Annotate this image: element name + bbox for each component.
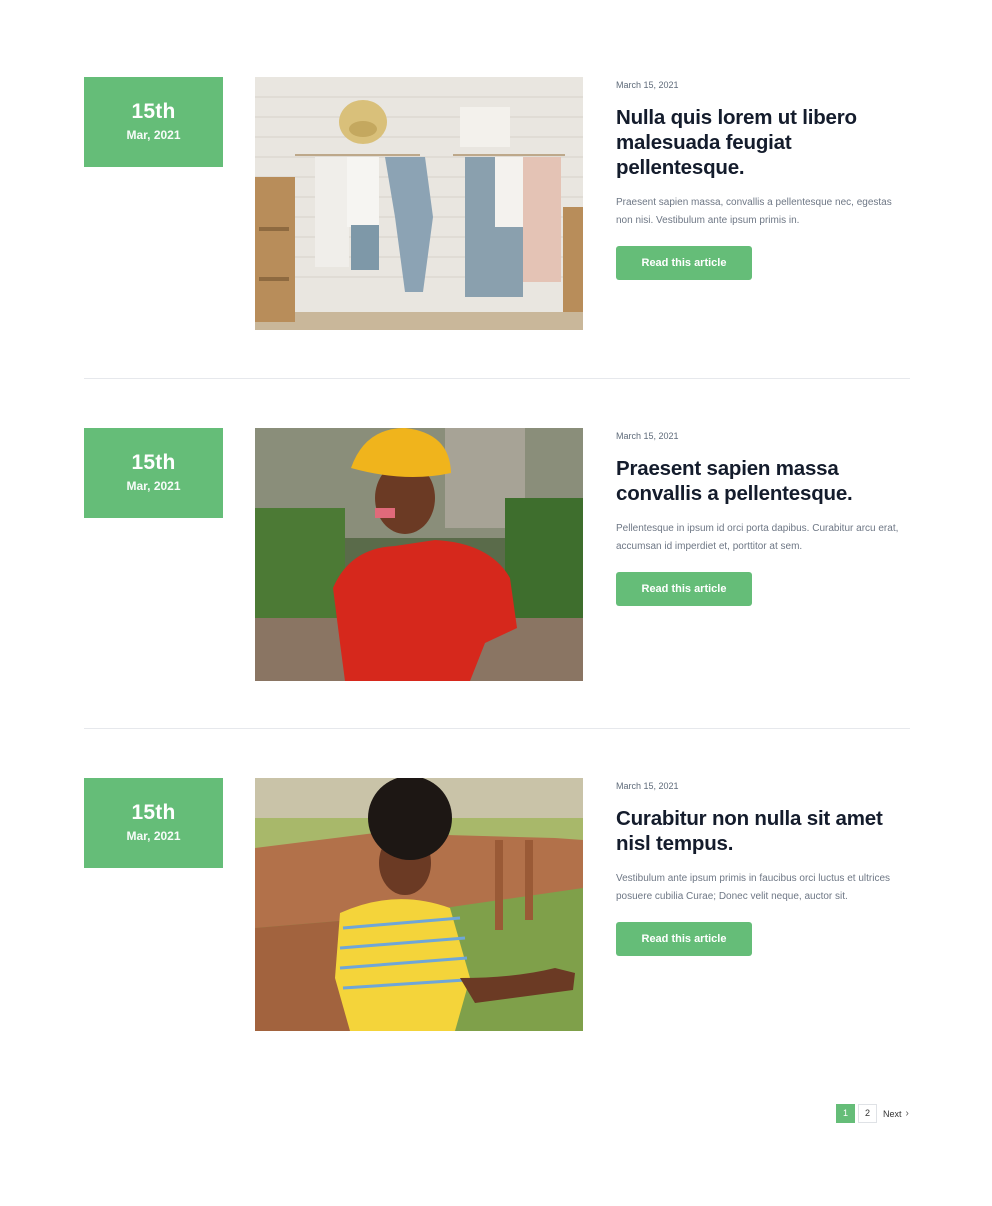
post-excerpt: Praesent sapien massa, convallis a pelle…: [616, 197, 892, 226]
blog-post: 15th Mar, 2021 March 15, 2021 Curabitur: [84, 778, 910, 1031]
divider: [84, 378, 910, 379]
date-day: 15th: [131, 801, 176, 824]
date-month: Mar, 2021: [126, 829, 181, 843]
post-meta-date: March 15, 2021: [616, 431, 679, 441]
post-title[interactable]: Nulla quis lorem ut libero malesuada feu…: [616, 105, 910, 180]
date-badge: 15th Mar, 2021: [84, 778, 223, 868]
page-2-button[interactable]: 2: [858, 1104, 877, 1123]
date-day: 15th: [131, 451, 176, 474]
divider: [84, 728, 910, 729]
next-label: Next: [883, 1108, 902, 1119]
post-meta-date: March 15, 2021: [616, 80, 679, 90]
date-month: Mar, 2021: [126, 479, 181, 493]
post-title[interactable]: Curabitur non nulla sit amet nisl tempus…: [616, 806, 910, 856]
post-title[interactable]: Praesent sapien massa convallis a pellen…: [616, 456, 910, 506]
date-month: Mar, 2021: [126, 128, 181, 142]
post-meta-date: March 15, 2021: [616, 781, 679, 791]
chevron-right-icon: ›: [905, 1108, 909, 1119]
post-excerpt: Vestibulum ante ipsum primis in faucibus…: [616, 873, 891, 902]
next-page-link[interactable]: Next ›: [883, 1108, 909, 1119]
date-badge: 15th Mar, 2021: [84, 428, 223, 518]
page-1-button[interactable]: 1: [836, 1104, 855, 1123]
date-day: 15th: [131, 100, 176, 123]
post-image-clothes-rack[interactable]: [255, 77, 583, 330]
post-content: March 15, 2021 Praesent sapien massa con…: [616, 428, 910, 606]
date-badge: 15th Mar, 2021: [84, 77, 223, 167]
read-article-button[interactable]: Read this article: [616, 246, 752, 280]
post-image-woman-striped-shirt[interactable]: [255, 778, 583, 1031]
read-article-button[interactable]: Read this article: [616, 922, 752, 956]
post-excerpt: Pellentesque in ipsum id orci porta dapi…: [616, 523, 899, 552]
read-article-button[interactable]: Read this article: [616, 572, 752, 606]
post-image-woman-yellow-beanie[interactable]: [255, 428, 583, 681]
pagination: 1 2 Next ›: [836, 1104, 909, 1123]
blog-post: 15th Mar, 2021 March 15, 2021 Nulla quis…: [84, 77, 910, 330]
post-content: March 15, 2021 Curabitur non nulla sit a…: [616, 778, 910, 956]
post-content: March 15, 2021 Nulla quis lorem ut liber…: [616, 77, 910, 280]
blog-post: 15th Mar, 2021 March 15, 2021 Praesent s…: [84, 428, 910, 681]
